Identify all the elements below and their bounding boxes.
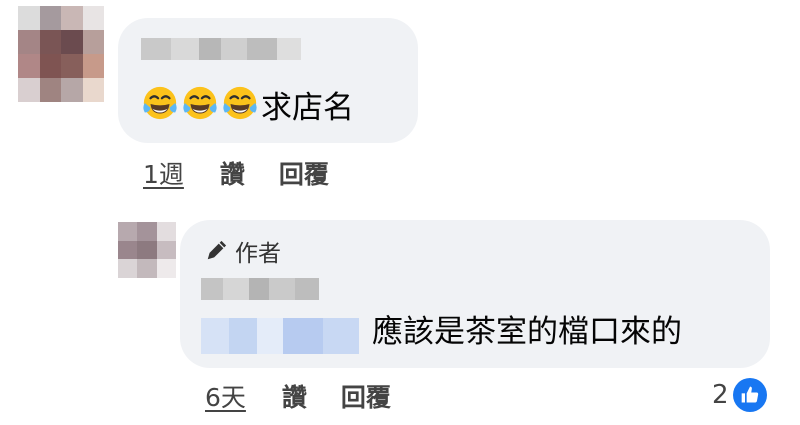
emoji-group <box>141 84 261 132</box>
reaction-summary[interactable]: 2 <box>712 378 767 412</box>
reply-reply-button[interactable]: 回覆 <box>341 378 391 414</box>
commenter-avatar[interactable] <box>18 6 104 102</box>
author-badge-label: 作者 <box>235 241 281 267</box>
tears-of-joy-emoji-icon <box>141 84 179 122</box>
comment-timestamp[interactable]: 1週 <box>143 155 184 191</box>
commenter-name-blurred[interactable] <box>141 38 301 60</box>
author-avatar[interactable] <box>118 222 176 278</box>
comment-body: 求店名 <box>261 90 354 126</box>
author-name-blurred[interactable] <box>201 278 319 300</box>
reaction-count: 2 <box>712 380 729 410</box>
reply-like-button[interactable]: 讚 <box>282 378 307 414</box>
reply-timestamp[interactable]: 6天 <box>205 378 246 414</box>
reply-actions: 6天 讚 回覆 <box>205 378 425 414</box>
reply-text: 應該是茶室的檔口來的 <box>372 314 682 350</box>
mention-tag-blurred[interactable] <box>201 318 359 354</box>
thumbs-up-icon <box>732 378 767 412</box>
author-badge: 作者 <box>205 234 281 268</box>
comment-text: 求店名 <box>141 84 354 132</box>
comment-actions: 1週 讚 回覆 <box>143 155 363 191</box>
tears-of-joy-emoji-icon <box>221 84 259 122</box>
tears-of-joy-emoji-icon <box>181 84 219 122</box>
pencil-icon <box>207 240 227 260</box>
reply-button[interactable]: 回覆 <box>279 155 329 191</box>
like-button[interactable]: 讚 <box>220 155 245 191</box>
